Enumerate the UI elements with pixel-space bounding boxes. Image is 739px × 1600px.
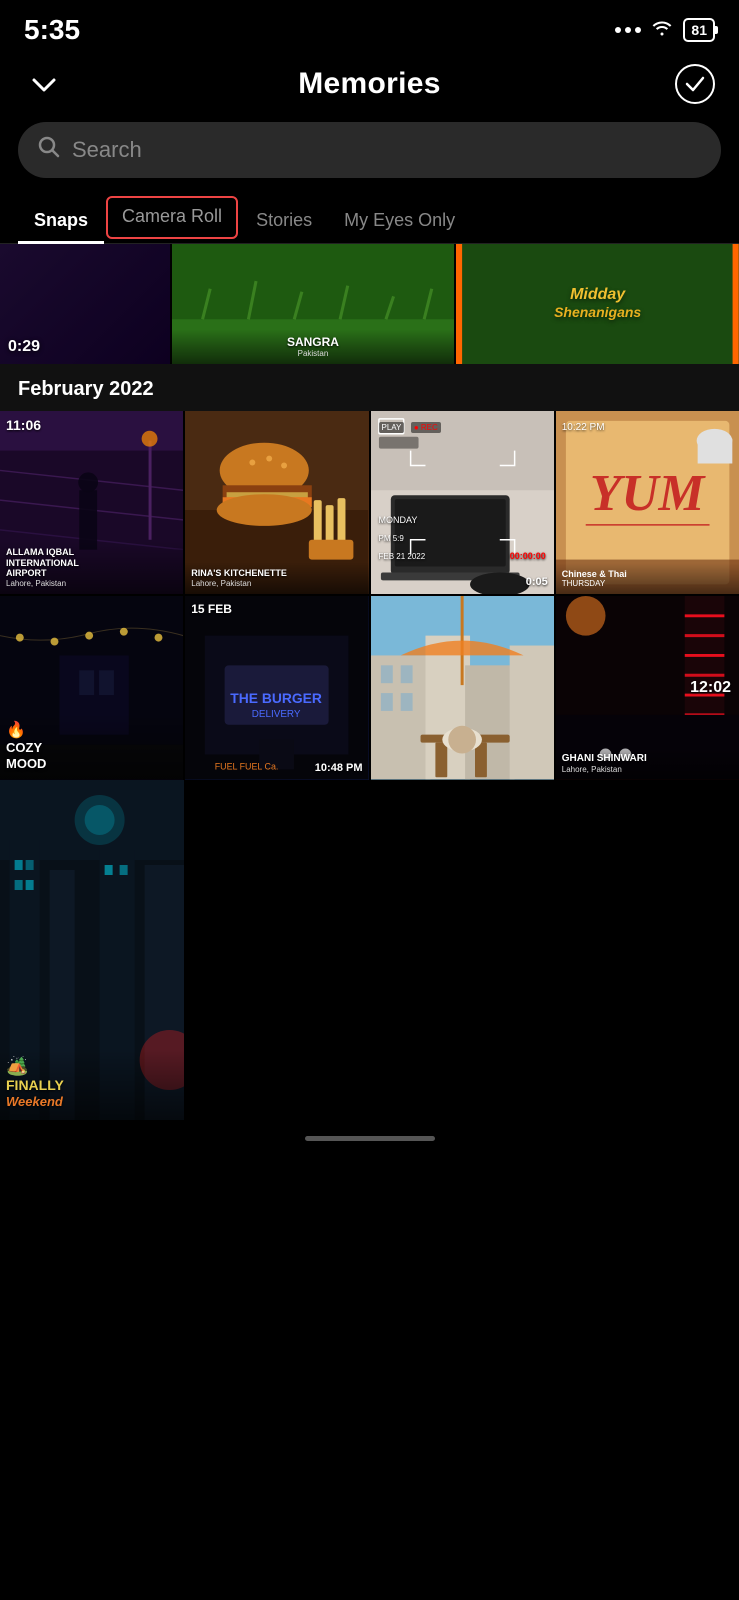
date-overlay: MONDAY PM 5:9 FEB 21 2022 [379,510,426,564]
svg-text:YUM: YUM [590,465,707,522]
home-bar [305,1136,435,1141]
tab-camera-roll[interactable]: Camera Roll [106,196,238,239]
search-placeholder: Search [72,137,701,163]
feb-15-badge: 15 FEB [191,602,232,616]
svg-text:THE BURGER: THE BURGER [231,690,323,706]
food-overlay: RINA'S KITCHENETTE Lahore, Pakistan [185,562,368,594]
ghani-shinwari-overlay: GHANI SHINWARI Lahore, Pakistan [556,747,739,780]
midday-text: Midday Shenanigans [554,286,641,322]
photo-cell-cozy-mood[interactable]: 🔥 COZY MOOD [0,596,183,779]
home-indicator [0,1120,739,1149]
top-partial-row: 0:29 SANGRA Pakistan Midday [0,244,739,364]
photo-cell-finally-weekend[interactable]: 🏕️ FINALLY Weekend [0,780,184,1120]
ghani-time: 12:02 [690,679,731,697]
sangra-card[interactable]: SANGRA Pakistan [172,244,455,364]
empty-grid-space [186,780,739,1120]
photo-cell-ghani-shinwari[interactable]: GHANI SHINWARI Lahore, Pakistan 12:02 [556,596,739,779]
page-title: Memories [298,67,440,101]
midday-card[interactable]: Midday Shenanigans [456,244,739,364]
video-time-badge: 0:05 [526,576,548,588]
photo-cell-airport[interactable]: ALLAMA IQBAL INTERNATIONAL AIRPORT Lahor… [0,411,183,594]
finally-weekend-overlay: 🏕️ FINALLY Weekend [0,1050,184,1119]
video-duration-badge: 0:29 [8,338,40,356]
status-bar: 5:35 81 [0,0,739,54]
airport-overlay: ALLAMA IQBAL INTERNATIONAL AIRPORT Lahor… [0,541,183,594]
photo-cell-15feb[interactable]: THE BURGER DELIVERY FUEL FUEL Ca. 15 FEB… [185,596,368,779]
status-time: 5:35 [24,14,80,46]
section-header-feb-2022: February 2022 [0,364,739,411]
airport-time: 11:06 [6,417,41,433]
photo-cell-outdoor[interactable] [371,596,554,779]
svg-text:DELIVERY: DELIVERY [252,709,301,720]
memories-header: Memories [0,54,739,118]
cozy-mood-overlay: 🔥 COZY MOOD [0,714,183,779]
yum-time-top: 10:22 PM [562,417,605,435]
photo-grid-feb-2022: ALLAMA IQBAL INTERNATIONAL AIRPORT Lahor… [0,411,739,780]
feb-15-time: 10:48 PM [315,762,363,774]
search-bar[interactable]: Search [18,122,721,178]
bottom-partial-row: 🏕️ FINALLY Weekend [0,780,739,1120]
top-card-first[interactable]: 0:29 [0,244,170,364]
timecode-badge: 00:00:00 [510,546,546,564]
tab-my-eyes-only[interactable]: My Eyes Only [328,200,471,243]
photo-cell-food[interactable]: RINA'S KITCHENETTE Lahore, Pakistan [185,411,368,594]
yum-overlay: Chinese & Thai THURSDAY [556,563,739,594]
tab-stories[interactable]: Stories [240,200,328,243]
play-rec-badge: PLAY ● REC [379,417,441,435]
tabs-bar: Snaps Camera Roll Stories My Eyes Only [0,192,739,244]
battery-icon: 81 [683,18,715,42]
wifi-icon [651,20,673,41]
svg-text:FUEL FUEL Ca.: FUEL FUEL Ca. [215,762,279,772]
back-chevron-button[interactable] [24,64,64,104]
search-icon [38,136,60,164]
search-bar-container: Search [0,118,739,192]
tab-snaps[interactable]: Snaps [18,200,104,243]
signal-dots-icon [615,27,641,33]
status-icons: 81 [615,18,715,42]
photo-cell-laptop[interactable]: PLAY ● REC MONDAY PM 5:9 FEB 21 2022 00:… [371,411,554,594]
select-all-button[interactable] [675,64,715,104]
photo-cell-yum[interactable]: YUM Chinese & Thai THURSDAY 10:22 PM [556,411,739,594]
sangra-label-overlay: SANGRA Pakistan [172,329,455,364]
